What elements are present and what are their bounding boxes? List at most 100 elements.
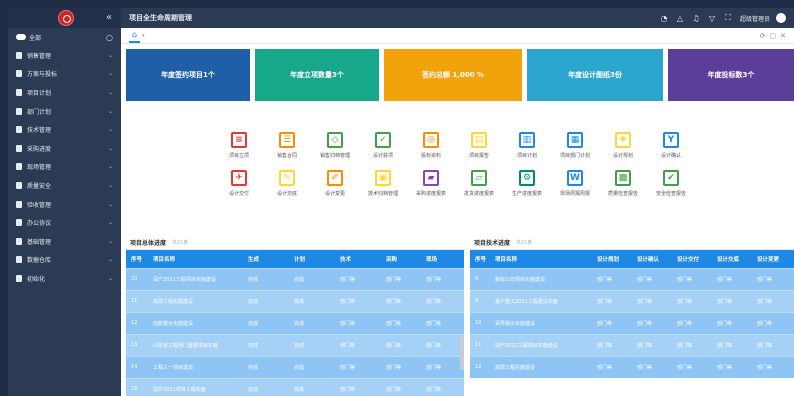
table-row[interactable]: 15 提升2021项目工程实施 完成 完成 部门等 部门等 部门等 bbox=[126, 377, 464, 396]
image-icon: ▩ bbox=[615, 170, 631, 186]
quick-link[interactable]: ✐ 设计变更 bbox=[311, 170, 359, 197]
tech-progress-table: 序号 项目名称 设计规划 设计确认 设计交付 设计交底 设计变更 8 我标公司项目实施建设 部门等… bbox=[470, 250, 794, 378]
quick-link[interactable]: ▦ 项目部门计划 bbox=[551, 132, 599, 159]
shirt-icon[interactable]: ▽ bbox=[706, 14, 718, 23]
quick-link[interactable]: W 现场周报周报 bbox=[551, 170, 599, 197]
sidebar-item[interactable]: 部门计划 ⌄ bbox=[8, 102, 121, 121]
sidebar-item[interactable]: 验收管理 ⌄ bbox=[8, 195, 121, 214]
sidebar-item[interactable]: 方案与投标 ⌄ bbox=[8, 65, 121, 84]
close-icon[interactable]: ✕ bbox=[780, 32, 786, 40]
sidebar-item[interactable]: 数据仓库 ⌄ bbox=[8, 251, 121, 270]
sidebar-item[interactable]: 初始化 ⌄ bbox=[8, 269, 121, 288]
quick-link-label: 项目报告 bbox=[468, 153, 489, 159]
table-cell: 部门等 bbox=[712, 311, 752, 334]
bulb-icon: ✺ bbox=[615, 132, 631, 148]
column-header[interactable]: 采购 bbox=[381, 250, 421, 268]
quick-link[interactable]: ✎ 设计交底 bbox=[263, 170, 311, 197]
column-header[interactable]: 设计变更 bbox=[752, 250, 794, 268]
table-row[interactable]: 8 我标公司项目实施建设 部门等 部门等 部门等 部门等 部门等 bbox=[470, 267, 794, 290]
column-header[interactable]: 设计规划 bbox=[592, 250, 632, 268]
column-header[interactable]: 序号 bbox=[126, 250, 148, 268]
bell-icon[interactable]: ◔ bbox=[658, 14, 670, 23]
quick-link[interactable]: ✈ 设计交付 bbox=[215, 170, 263, 197]
sidebar-item[interactable]: 项目计划 ⌄ bbox=[8, 83, 121, 102]
avatar[interactable] bbox=[776, 13, 786, 23]
column-header[interactable]: 设计交付 bbox=[672, 250, 712, 268]
collapse-icon[interactable]: « bbox=[106, 12, 112, 23]
tech-progress-panel: 项目技术进度 共21条 序号 项目名称 设计规划 设计确认 设计交付 设计交底 设计变更 8 我… bbox=[470, 236, 794, 396]
column-header[interactable]: 计划 bbox=[289, 250, 335, 268]
quick-link[interactable]: ▩ 质量检查报告 bbox=[599, 170, 647, 197]
column-header[interactable]: 项目名称 bbox=[490, 250, 592, 268]
quick-link[interactable]: ✓ 设计获项 bbox=[359, 132, 407, 159]
clipboard-icon: ▤ bbox=[471, 132, 487, 148]
user-name[interactable]: 超级管理员 bbox=[740, 14, 770, 23]
quick-link[interactable]: ✔ 安全检查报告 bbox=[647, 170, 695, 197]
quick-link[interactable]: ✺ 设计规划 bbox=[599, 132, 647, 159]
sidebar-item[interactable]: 办公协议 ⌄ bbox=[8, 213, 121, 232]
column-header[interactable]: 项目名称 bbox=[148, 250, 243, 268]
column-header[interactable]: 序号 bbox=[470, 250, 490, 268]
stat-card[interactable]: 年度设计图纸3份 bbox=[527, 49, 663, 101]
sidebar-item[interactable]: 质量安全 ⌄ bbox=[8, 176, 121, 195]
sidebar-item[interactable]: 采购进度 ⌄ bbox=[8, 139, 121, 158]
search-icon[interactable]: ○ bbox=[106, 33, 113, 42]
panel-more[interactable]: 共21条 bbox=[172, 239, 188, 246]
quick-link[interactable]: ☰ 销售合同 bbox=[263, 132, 311, 159]
menu-icon bbox=[16, 163, 22, 171]
quick-link[interactable]: ◎ 投标资料 bbox=[407, 132, 455, 159]
sidebar-item[interactable]: 现场管理 ⌄ bbox=[8, 158, 121, 177]
column-header[interactable]: 设计交底 bbox=[712, 250, 752, 268]
warning-icon[interactable]: △ bbox=[674, 14, 686, 23]
check-edit-icon: ✔ bbox=[663, 170, 679, 186]
panel-more[interactable]: 共21条 bbox=[516, 239, 532, 246]
table-row[interactable]: 10 深产2021工程项目实施建设 完成 完成 部门等 部门等 部门等 bbox=[126, 267, 464, 290]
window-icon[interactable]: ▢ bbox=[770, 32, 777, 40]
quick-link[interactable]: ▱ 发货进度报表 bbox=[455, 170, 503, 197]
toggle-icon[interactable] bbox=[16, 34, 26, 40]
quick-link[interactable]: ⚙ 生产进度报表 bbox=[503, 170, 551, 197]
column-header[interactable]: 生成 bbox=[243, 250, 289, 268]
stat-card[interactable]: 签约总额 1,000 % bbox=[384, 49, 522, 101]
sidebar-item[interactable]: 基础管理 ⌄ bbox=[8, 232, 121, 251]
quick-link[interactable]: ▣ 技术归档管理 bbox=[359, 170, 407, 197]
column-header[interactable]: 技术 bbox=[335, 250, 381, 268]
quick-link[interactable]: ≡ 项目立项 bbox=[215, 132, 263, 159]
stat-card[interactable]: 年度投标数3个 bbox=[668, 49, 794, 101]
table-row[interactable]: 11 高层工程实施建设 完成 完成 部门等 部门等 部门等 bbox=[126, 289, 464, 312]
table-cell: 部门等 bbox=[381, 267, 421, 290]
quick-link[interactable]: ◇ 销售归档管理 bbox=[311, 132, 359, 159]
menu-icon bbox=[16, 200, 22, 208]
table-cell: 完成 bbox=[289, 333, 335, 356]
quick-link[interactable]: Y 设计确认 bbox=[647, 132, 695, 159]
quick-link-label: 设计规划 bbox=[612, 153, 633, 159]
table-row[interactable]: 13 山东省工程部门重要项目实施 完成 完成 部门等 部门等 部门等 bbox=[126, 333, 464, 356]
sidebar-search-label: 全部 bbox=[29, 34, 42, 42]
table-row[interactable]: 12 创新整合实施建设 完成 完成 部门等 部门等 部门等 bbox=[126, 311, 464, 334]
table-row[interactable]: 9 番户重工2021工程建设实施 部门等 部门等 部门等 部门等 部门等 bbox=[470, 289, 794, 312]
table-cell: 部门等 bbox=[632, 355, 672, 378]
column-header[interactable]: 现场 bbox=[421, 250, 464, 268]
yen-icon: Y bbox=[663, 132, 679, 148]
quick-link[interactable]: ▤ 项目报告 bbox=[455, 132, 503, 159]
sidebar-item[interactable]: 技术管理 ⌄ bbox=[8, 120, 121, 139]
quick-link[interactable]: ▥ 项目计划 bbox=[503, 132, 551, 159]
chevron-down-icon[interactable]: ▾ bbox=[142, 33, 145, 39]
scrollbar[interactable] bbox=[460, 336, 464, 370]
fullscreen-icon[interactable]: ⛶ bbox=[722, 13, 734, 23]
table-cell: 部门等 bbox=[381, 289, 421, 312]
quick-link-label: 设计交底 bbox=[276, 191, 297, 197]
table-row[interactable]: 10 百界报价实施建设 部门等 部门等 部门等 部门等 部门等 bbox=[470, 311, 794, 334]
sidebar-item[interactable]: 销售管理 ⌄ bbox=[8, 46, 121, 65]
notification-icon[interactable]: ♫ bbox=[690, 14, 702, 23]
quick-link[interactable]: ▰ 采购进度报表 bbox=[407, 170, 455, 197]
table-row[interactable]: 12 高层工程实施建设 部门等 部门等 部门等 部门等 部门等 bbox=[470, 355, 794, 378]
stat-card[interactable]: 年度立项数量3个 bbox=[255, 49, 379, 101]
stat-card[interactable]: 年度签约项目1个 bbox=[126, 49, 250, 101]
table-row[interactable]: 11 深产2021工程项目实施建设 部门等 部门等 部门等 部门等 部门等 bbox=[470, 333, 794, 356]
column-header[interactable]: 设计确认 bbox=[632, 250, 672, 268]
home-icon[interactable]: ⌂ bbox=[129, 29, 141, 43]
table-row[interactable]: 14 工程三一项目建设 完成 完成 部门等 部门等 部门等 bbox=[126, 355, 464, 378]
sidebar-search[interactable]: 全部 ○ bbox=[8, 28, 121, 46]
refresh-icon[interactable]: ⟳ bbox=[760, 32, 766, 40]
